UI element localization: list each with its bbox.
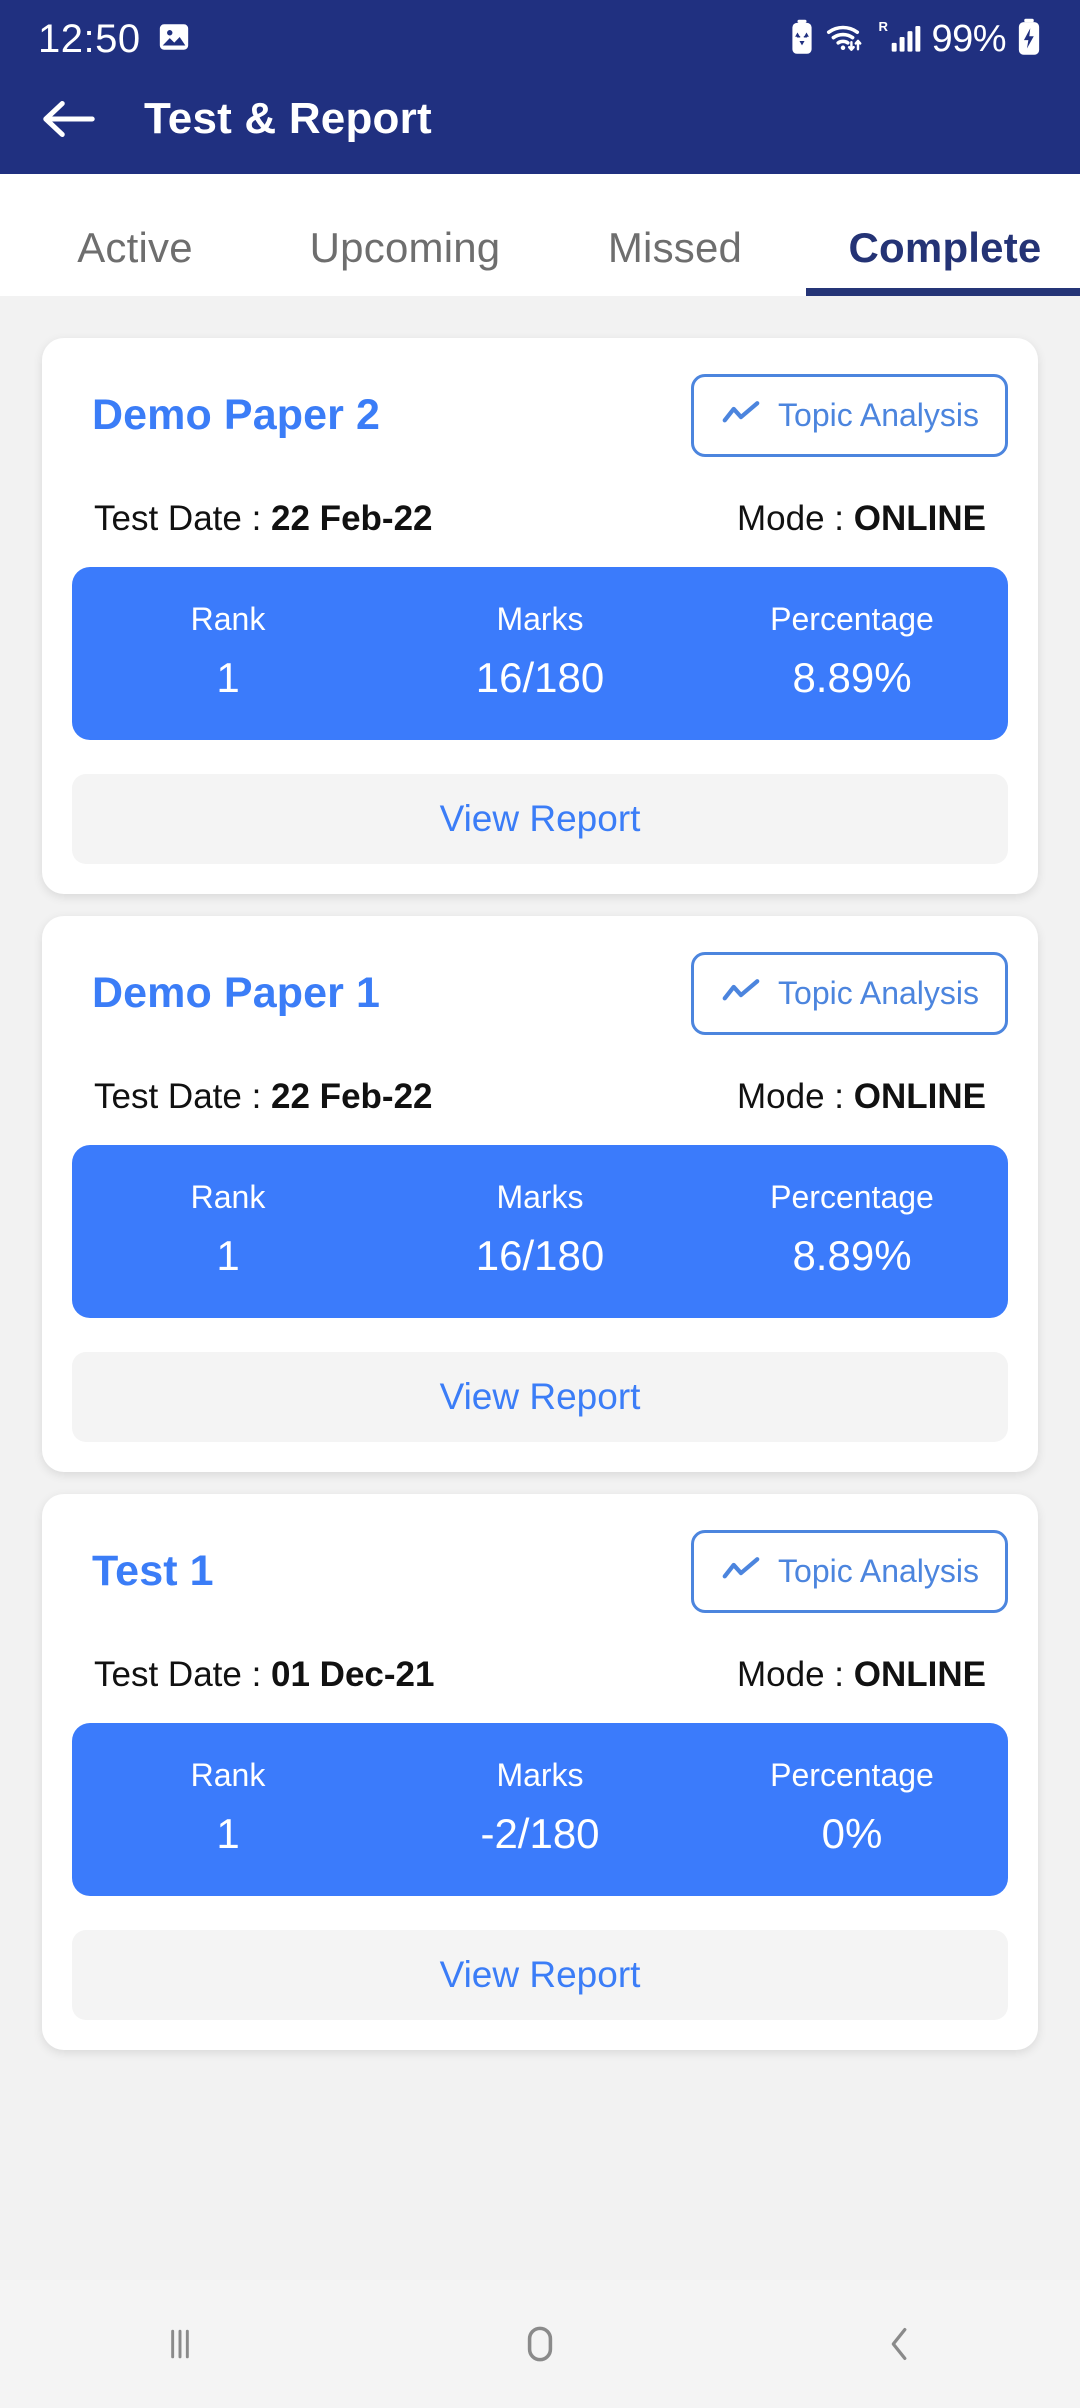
percentage-label: Percentage: [770, 1757, 934, 1793]
topic-analysis-button[interactable]: Topic Analysis: [691, 1530, 1008, 1613]
stat-rank: Rank 1: [72, 601, 384, 702]
stat-marks: Marks -2/180: [384, 1757, 696, 1858]
mode-prefix: Mode :: [737, 499, 854, 538]
back-arrow-icon[interactable]: [40, 95, 98, 143]
percentage-value: 8.89%: [792, 1232, 912, 1279]
card-header: Demo Paper 2 Topic Analysis: [72, 374, 1008, 457]
topic-analysis-label: Topic Analysis: [778, 397, 979, 433]
tab-complete[interactable]: Complete: [810, 224, 1080, 296]
stat-percentage: Percentage 8.89%: [696, 601, 1008, 702]
test-title[interactable]: Demo Paper 2: [72, 391, 380, 440]
test-card: Test 1 Topic Analysis Test Date : 01 Dec…: [42, 1494, 1038, 2050]
card-meta-row: Test Date : 22 Feb-22 Mode : ONLINE: [72, 499, 1008, 539]
test-date-prefix: Test Date :: [94, 499, 272, 538]
test-date: Test Date : 22 Feb-22: [94, 499, 433, 539]
charging-battery-icon: [1016, 18, 1042, 61]
status-bar: 12:50 R 99%: [0, 0, 1080, 78]
marks-value: 16/180: [475, 1232, 605, 1279]
view-report-button[interactable]: View Report: [72, 774, 1008, 864]
battery-percent-label: 99%: [931, 17, 1006, 60]
test-card: Demo Paper 1 Topic Analysis Test Date : …: [42, 916, 1038, 1472]
app-bar: Test & Report: [0, 78, 1080, 174]
test-title[interactable]: Test 1: [72, 1547, 214, 1596]
mode-value: ONLINE: [853, 1655, 986, 1694]
status-bar-left: 12:50: [38, 17, 191, 62]
mode-prefix: Mode :: [737, 1077, 854, 1116]
photo-notification-icon: [157, 20, 191, 59]
test-list[interactable]: Demo Paper 2 Topic Analysis Test Date : …: [0, 296, 1080, 2280]
rank-label: Rank: [190, 1179, 266, 1215]
card-meta-row: Test Date : 01 Dec-21 Mode : ONLINE: [72, 1655, 1008, 1695]
rank-label: Rank: [190, 601, 266, 637]
stats-bar: Rank 1 Marks -2/180 Percentage 0%: [72, 1723, 1008, 1896]
card-meta-row: Test Date : 22 Feb-22 Mode : ONLINE: [72, 1077, 1008, 1117]
test-mode: Mode : ONLINE: [737, 499, 986, 539]
percentage-label: Percentage: [770, 601, 934, 637]
recents-icon[interactable]: [0, 2322, 360, 2366]
status-bar-right: R 99%: [789, 18, 1042, 61]
tab-bar: Active Upcoming Missed Complete: [0, 174, 1080, 296]
test-card: Demo Paper 2 Topic Analysis Test Date : …: [42, 338, 1038, 894]
test-date-value: 22 Feb-22: [271, 1077, 433, 1116]
stat-rank: Rank 1: [72, 1179, 384, 1280]
stat-rank: Rank 1: [72, 1757, 384, 1858]
marks-value: 16/180: [475, 654, 605, 701]
rank-value: 1: [216, 1232, 240, 1279]
wifi-icon: [825, 19, 867, 60]
stat-percentage: Percentage 0%: [696, 1757, 1008, 1858]
topic-analysis-label: Topic Analysis: [778, 975, 979, 1011]
topic-analysis-label: Topic Analysis: [778, 1553, 979, 1589]
mode-value: ONLINE: [853, 1077, 986, 1116]
marks-label: Marks: [496, 1757, 584, 1793]
test-date-prefix: Test Date :: [94, 1077, 272, 1116]
mode-prefix: Mode :: [737, 1655, 854, 1694]
roaming-signal-icon: R: [877, 18, 921, 61]
test-title[interactable]: Demo Paper 1: [72, 969, 380, 1018]
card-header: Test 1 Topic Analysis: [72, 1530, 1008, 1613]
page-title: Test & Report: [144, 94, 432, 143]
android-nav-bar: [0, 2280, 1080, 2408]
battery-saver-icon: [789, 19, 815, 60]
test-date-prefix: Test Date :: [94, 1655, 272, 1694]
tab-missed[interactable]: Missed: [540, 224, 810, 296]
line-chart-icon: [720, 1556, 762, 1587]
stats-bar: Rank 1 Marks 16/180 Percentage 8.89%: [72, 1145, 1008, 1318]
rank-label: Rank: [190, 1757, 266, 1793]
stat-percentage: Percentage 8.89%: [696, 1179, 1008, 1280]
card-header: Demo Paper 1 Topic Analysis: [72, 952, 1008, 1035]
mode-value: ONLINE: [853, 499, 986, 538]
stat-marks: Marks 16/180: [384, 601, 696, 702]
tab-active[interactable]: Active: [0, 224, 270, 296]
test-date: Test Date : 22 Feb-22: [94, 1077, 433, 1117]
test-date-value: 01 Dec-21: [271, 1655, 435, 1694]
home-icon[interactable]: [360, 2319, 720, 2369]
stats-bar: Rank 1 Marks 16/180 Percentage 8.89%: [72, 567, 1008, 740]
test-date-value: 22 Feb-22: [271, 499, 433, 538]
marks-label: Marks: [496, 601, 584, 637]
test-mode: Mode : ONLINE: [737, 1077, 986, 1117]
topic-analysis-button[interactable]: Topic Analysis: [691, 952, 1008, 1035]
view-report-button[interactable]: View Report: [72, 1930, 1008, 2020]
rank-value: 1: [216, 654, 240, 701]
back-chevron-icon[interactable]: [720, 2321, 1080, 2367]
svg-text:R: R: [879, 19, 889, 34]
percentage-label: Percentage: [770, 1179, 934, 1215]
test-mode: Mode : ONLINE: [737, 1655, 986, 1695]
view-report-button[interactable]: View Report: [72, 1352, 1008, 1442]
stat-marks: Marks 16/180: [384, 1179, 696, 1280]
rank-value: 1: [216, 1810, 240, 1857]
status-bar-clock: 12:50: [38, 16, 141, 61]
marks-value: -2/180: [480, 1810, 600, 1857]
marks-label: Marks: [496, 1179, 584, 1215]
topic-analysis-button[interactable]: Topic Analysis: [691, 374, 1008, 457]
line-chart-icon: [720, 978, 762, 1009]
percentage-value: 0%: [821, 1810, 883, 1857]
percentage-value: 8.89%: [792, 654, 912, 701]
app-screen: 12:50 R 99% Test & Report Active Upcomin…: [0, 0, 1080, 2408]
line-chart-icon: [720, 400, 762, 431]
tab-upcoming[interactable]: Upcoming: [270, 224, 540, 296]
test-date: Test Date : 01 Dec-21: [94, 1655, 434, 1695]
